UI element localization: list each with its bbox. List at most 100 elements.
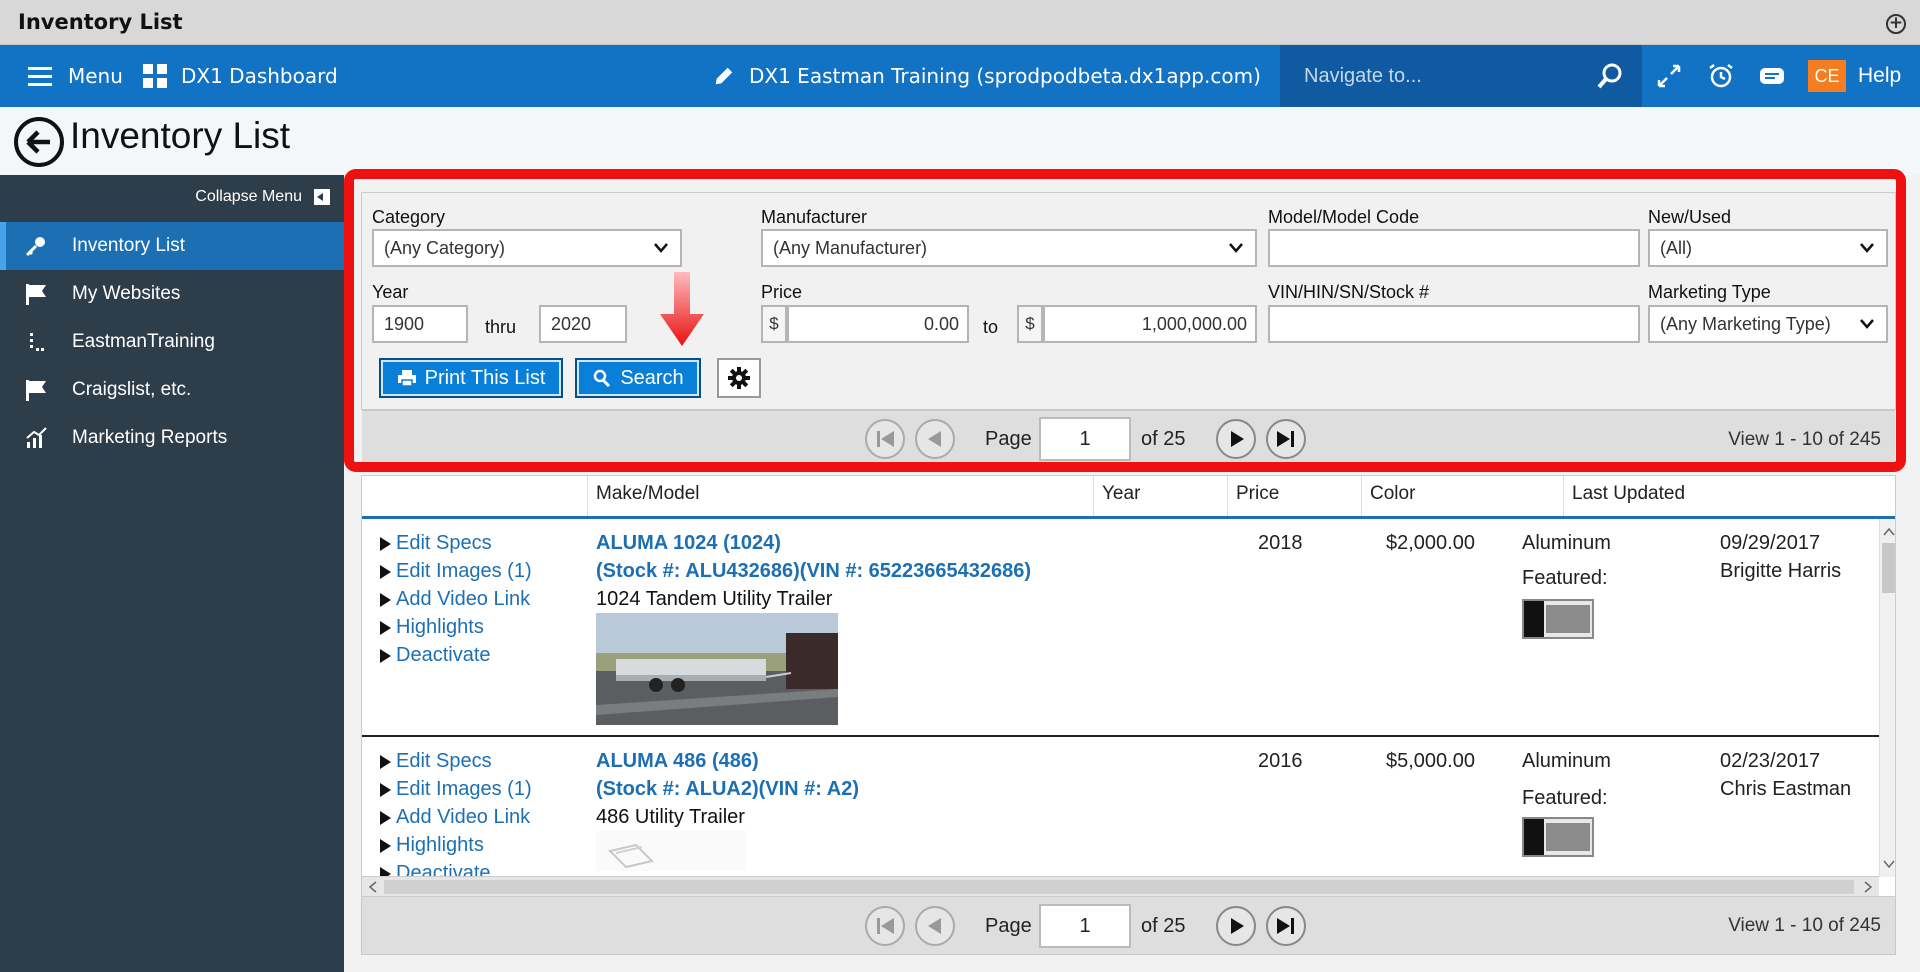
marketing-select[interactable]: (Any Marketing Type)	[1648, 305, 1888, 343]
manufacturer-select[interactable]: (Any Manufacturer)	[761, 229, 1257, 267]
prev-page-button[interactable]	[915, 419, 955, 459]
column-header-color[interactable]: Color	[1362, 476, 1564, 516]
key-icon	[25, 237, 45, 257]
fullscreen-icon[interactable]	[1655, 62, 1683, 90]
newused-select[interactable]: (All)	[1648, 229, 1888, 267]
last-page-button[interactable]	[1266, 906, 1306, 946]
item-thumbnail[interactable]	[596, 613, 838, 725]
item-price: $2,000.00	[1386, 532, 1475, 554]
vertical-scroll-thumb[interactable]	[1882, 543, 1895, 593]
user-avatar[interactable]: CE	[1808, 60, 1846, 92]
currency-symbol: $	[761, 305, 787, 343]
page-number-input[interactable]: 1	[1039, 417, 1131, 461]
year-label: Year	[372, 282, 409, 302]
trailer-image	[596, 831, 746, 871]
deactivate-link[interactable]: Deactivate	[380, 862, 491, 876]
view-range-text: View 1 - 10 of 245	[1728, 915, 1881, 936]
first-page-icon	[877, 431, 894, 447]
manufacturer-label: Manufacturer	[761, 207, 868, 227]
column-header-last-updated[interactable]: Last Updated	[1564, 476, 1895, 516]
prev-page-button[interactable]	[915, 906, 955, 946]
search-button[interactable]: Search	[575, 358, 701, 398]
sidebar-item-marketing-reports[interactable]: Marketing Reports	[0, 414, 344, 462]
model-input[interactable]	[1268, 229, 1640, 267]
site-selector[interactable]: DX1 Eastman Training (sprodpodbeta.dx1ap…	[713, 45, 1261, 107]
next-page-button[interactable]	[1216, 419, 1256, 459]
settings-button[interactable]	[717, 358, 761, 398]
item-stock-link[interactable]: (Stock #: ALU432686)(VIN #: 652236654326…	[596, 560, 1031, 583]
featured-toggle[interactable]	[1522, 817, 1594, 857]
page-of-label: of 25	[1141, 915, 1186, 937]
menu-button[interactable]: Menu	[28, 45, 123, 107]
year-to-input[interactable]: 2020	[539, 305, 627, 343]
sidebar-item-inventory-list[interactable]: Inventory List	[0, 222, 344, 270]
first-page-button[interactable]	[865, 906, 905, 946]
edit-specs-link[interactable]: Edit Specs	[380, 750, 492, 773]
first-page-button[interactable]	[865, 419, 905, 459]
category-select[interactable]: (Any Category)	[372, 229, 682, 267]
chat-icon[interactable]	[1758, 62, 1786, 90]
scroll-down-icon	[1883, 860, 1895, 869]
deactivate-link[interactable]: Deactivate	[380, 644, 491, 667]
highlights-link[interactable]: Highlights	[380, 616, 484, 639]
search-icon[interactable]	[1596, 62, 1624, 90]
price-to-input[interactable]: 1,000,000.00	[1043, 305, 1257, 343]
column-header-year[interactable]: Year	[1094, 476, 1228, 516]
highlights-link[interactable]: Highlights	[380, 834, 484, 857]
triangle-right-icon	[380, 838, 391, 853]
add-window-icon[interactable]: +	[1886, 14, 1906, 34]
help-link[interactable]: Help	[1858, 45, 1901, 107]
alarm-clock-icon[interactable]	[1707, 62, 1735, 90]
column-header-price[interactable]: Price	[1228, 476, 1362, 516]
category-value: (Any Category)	[384, 238, 506, 258]
item-title-link[interactable]: ALUMA 1024 (1024)	[596, 532, 781, 555]
vin-input[interactable]	[1268, 305, 1640, 343]
arrow-down-icon	[660, 272, 704, 346]
item-title-link[interactable]: ALUMA 486 (486)	[596, 750, 759, 773]
triangle-right-icon	[380, 810, 391, 825]
price-from-input[interactable]: 0.00	[787, 305, 969, 343]
sidebar-item-eastmantraining[interactable]: EastmanTraining	[0, 318, 344, 366]
edit-images-link[interactable]: Edit Images (1)	[380, 560, 532, 583]
item-stock-link[interactable]: (Stock #: ALUA2)(VIN #: A2)	[596, 778, 859, 801]
dashboard-button[interactable]: DX1 Dashboard	[143, 45, 338, 107]
vertical-scrollbar[interactable]	[1879, 519, 1895, 877]
sidebar-item-my-websites[interactable]: My Websites	[0, 270, 344, 318]
window-title: Inventory List	[18, 10, 183, 34]
search-icon	[594, 369, 611, 387]
item-thumbnail[interactable]	[596, 831, 746, 871]
page-number-input[interactable]: 1	[1039, 904, 1131, 948]
pencil-icon	[715, 67, 733, 85]
edit-specs-link[interactable]: Edit Specs	[380, 532, 492, 555]
print-list-button[interactable]: Print This List	[379, 358, 563, 398]
item-description: 486 Utility Trailer	[596, 806, 745, 828]
column-header-make-model[interactable]: Make/Model	[588, 476, 1094, 516]
first-page-icon	[877, 918, 894, 934]
add-video-link[interactable]: Add Video Link	[380, 806, 530, 829]
chevron-down-icon	[1229, 243, 1243, 253]
table-row: Edit Specs Edit Images (1) Add Video Lin…	[362, 737, 1879, 876]
sidebar-item-label: Inventory List	[72, 235, 185, 256]
horizontal-scroll-thumb[interactable]	[384, 880, 1854, 894]
next-page-button[interactable]	[1216, 906, 1256, 946]
navigate-input[interactable]	[1280, 45, 1590, 107]
site-label: DX1 Eastman Training (sprodpodbeta.dx1ap…	[749, 64, 1261, 88]
featured-toggle[interactable]	[1522, 599, 1594, 639]
price-to-label: to	[983, 317, 999, 337]
marketing-label: Marketing Type	[1648, 282, 1771, 302]
item-updated-date: 02/23/2017	[1720, 750, 1821, 772]
back-button[interactable]	[14, 117, 64, 167]
price-label: Price	[761, 282, 803, 302]
edit-images-link[interactable]: Edit Images (1)	[380, 778, 532, 801]
dashboard-grid-icon	[143, 64, 167, 88]
last-page-button[interactable]	[1266, 419, 1306, 459]
collapse-menu-button[interactable]: Collapse Menu	[195, 188, 330, 206]
menu-label: Menu	[68, 64, 123, 88]
action-label: Edit Specs	[396, 750, 492, 772]
add-video-link[interactable]: Add Video Link	[380, 588, 530, 611]
top-pager: Page 1 of 25 View 1 - 10 of 245	[362, 410, 1895, 470]
horizontal-scrollbar[interactable]	[362, 876, 1879, 896]
year-from-input[interactable]: 1900	[372, 305, 468, 343]
action-label: Highlights	[396, 616, 484, 638]
sidebar-item-craigslist[interactable]: Craigslist, etc.	[0, 366, 344, 414]
